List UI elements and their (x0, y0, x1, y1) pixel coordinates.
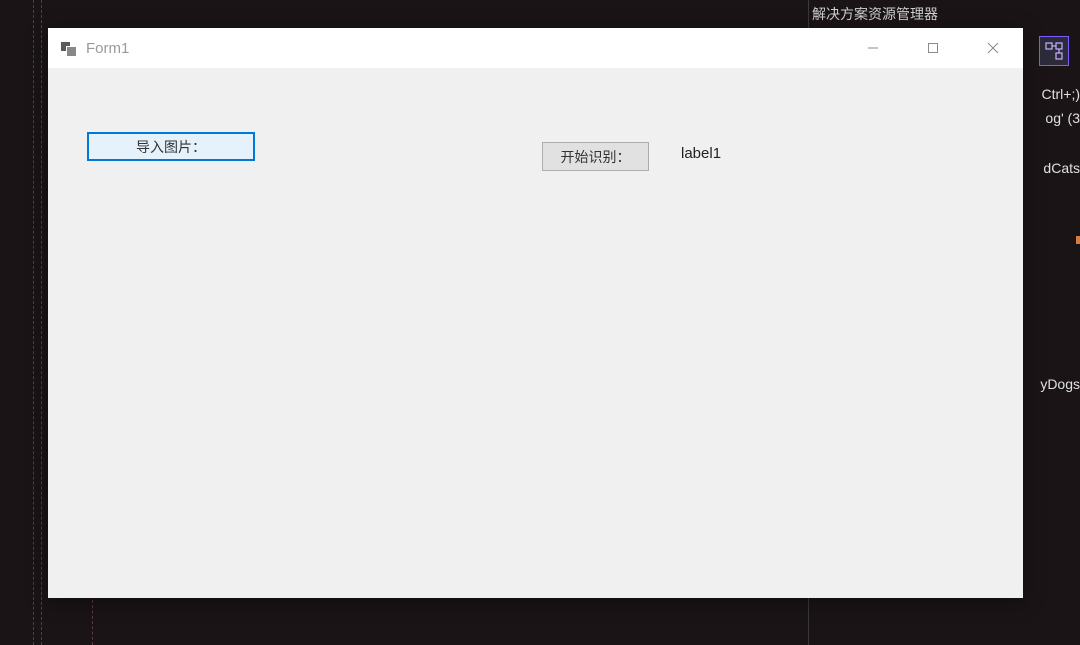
solution-explorer-title[interactable]: 解决方案资源管理器 (812, 0, 938, 28)
titlebar-controls (843, 28, 1023, 68)
result-label: label1 (681, 145, 721, 162)
guide-line (33, 0, 34, 645)
maximize-button[interactable] (903, 28, 963, 68)
import-image-button[interactable]: 导入图片： (87, 132, 255, 161)
button-label: 开始识别： (561, 147, 631, 167)
form-client-area[interactable]: 导入图片： 开始识别： label1 (48, 68, 1023, 598)
side-panel-text: yDogs (1040, 376, 1080, 392)
form-title: Form1 (86, 40, 129, 57)
marker-icon (1076, 236, 1080, 244)
guide-line (41, 0, 42, 645)
button-label: 导入图片： (136, 137, 206, 157)
guide-line (92, 600, 93, 645)
side-panel-text: dCats (1043, 160, 1080, 176)
form-icon (61, 40, 77, 56)
start-recognition-button[interactable]: 开始识别： (542, 142, 649, 171)
side-panel-text: Ctrl+;) (1042, 86, 1080, 102)
minimize-button[interactable] (843, 28, 903, 68)
form-designer-window: Form1 导入图片： 开始识别： label1 (48, 28, 1023, 598)
form-titlebar[interactable]: Form1 (48, 28, 1023, 68)
class-view-icon[interactable] (1039, 36, 1069, 66)
side-panel-text: og' (3 (1045, 110, 1080, 126)
close-button[interactable] (963, 28, 1023, 68)
